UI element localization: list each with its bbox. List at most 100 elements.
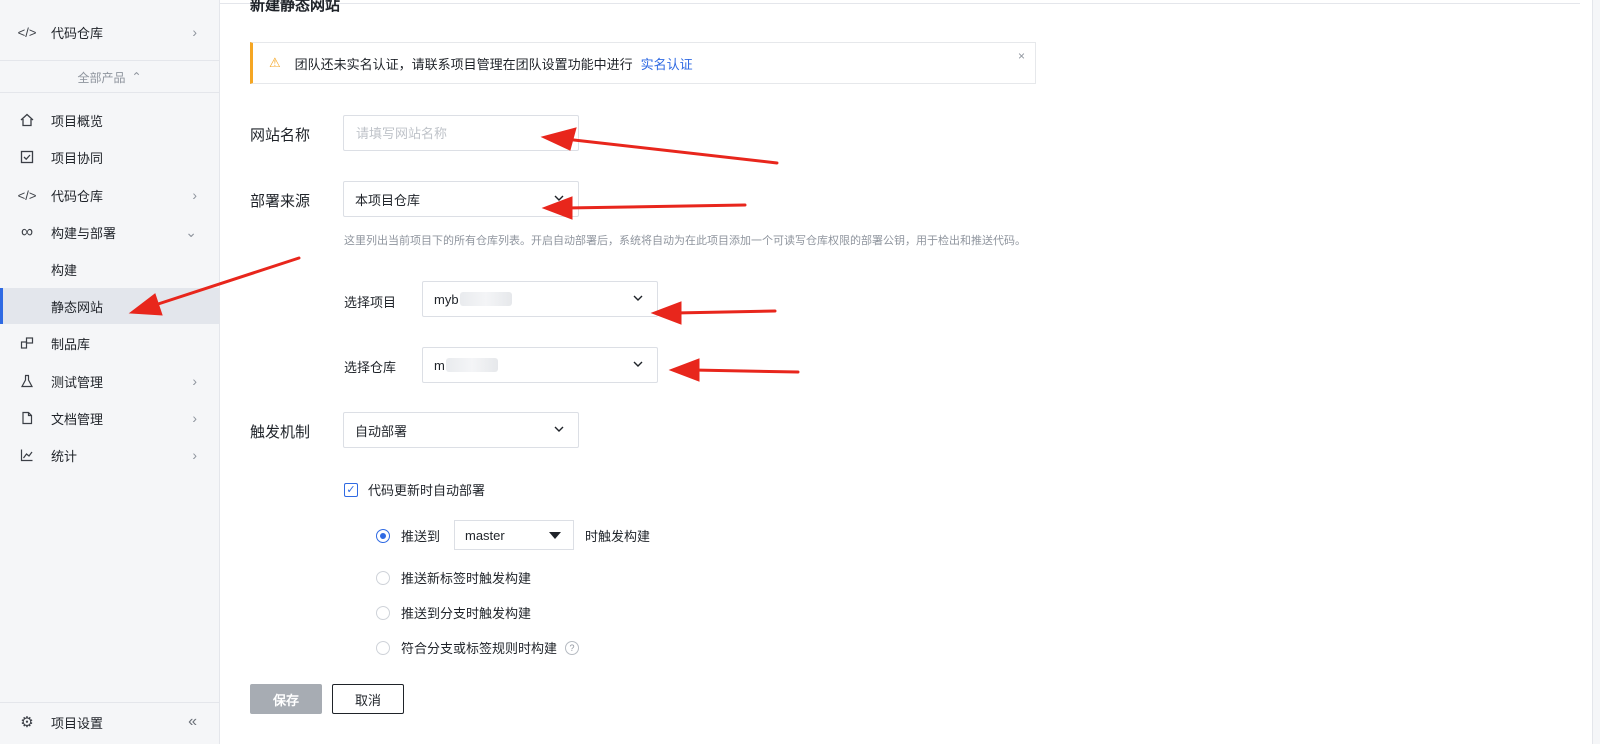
sidebar-item-label: 项目设置 <box>51 715 104 731</box>
sidebar-item-label: 构建与部署 <box>51 225 117 241</box>
branch-select-value: master <box>465 527 505 543</box>
caret-down-icon <box>549 532 561 539</box>
chevron-down-icon <box>633 361 643 367</box>
source-label: 部署来源 <box>250 193 311 210</box>
sidebar-item-label: 制品库 <box>51 336 91 352</box>
divider <box>0 60 219 61</box>
verification-alert: ⚠ 团队还未实名认证，请联系项目管理在团队设置功能中进行 实名认证 × <box>250 42 1036 84</box>
help-icon[interactable]: ? <box>565 640 580 655</box>
chart-icon <box>18 446 36 464</box>
sidebar-item-label: 静态网站 <box>51 299 104 315</box>
radio-button <box>376 528 390 543</box>
radio-push-to-branch[interactable]: 推送到 <box>376 526 440 545</box>
home-icon <box>18 111 36 129</box>
warning-icon: ⚠ <box>269 55 281 70</box>
radio-push-branch[interactable]: 推送到分支时触发构建 <box>376 603 531 622</box>
divider <box>0 92 219 93</box>
sidebar-item-label: 构建 <box>51 262 78 278</box>
radio-button <box>376 640 390 655</box>
sidebar-item-project-overview[interactable]: 项目概览 <box>0 102 219 138</box>
chevron-right-icon: › <box>192 410 197 426</box>
chevron-down-icon <box>554 426 564 432</box>
sidebar: </> 代码仓库 › 全部产品 ⌃ 项目概览 项目协同 </> 代码仓库 › ∞… <box>0 0 220 744</box>
trigger-select-value: 自动部署 <box>355 423 408 439</box>
repo-select[interactable]: m <box>422 347 658 383</box>
radio-rule[interactable]: 符合分支或标签规则时构建 ? <box>376 638 580 657</box>
top-border <box>220 0 1580 4</box>
sidebar-item-code-repo[interactable]: </> 代码仓库 › <box>0 177 219 213</box>
radio-button <box>376 570 390 585</box>
source-hint: 这里列出当前项目下的所有仓库列表。开启自动部署后，系统将自动为在此项目添加一个可… <box>344 235 1026 247</box>
sidebar-item-stats[interactable]: 统计 › <box>0 437 219 473</box>
auto-deploy-label: 代码更新时自动部署 <box>368 483 486 498</box>
trigger-select[interactable]: 自动部署 <box>343 412 579 448</box>
page-title: 新建静态网站 <box>250 0 341 14</box>
chevron-down-icon <box>554 195 564 201</box>
sidebar-item-label: 项目概览 <box>51 113 104 129</box>
source-select-value: 本项目仓库 <box>355 192 421 208</box>
repo-select-value: m <box>434 357 445 373</box>
code-icon: </> <box>17 24 37 40</box>
sidebar-item-artifacts[interactable]: 制品库 <box>0 325 219 361</box>
branch-select[interactable]: master <box>454 520 574 550</box>
project-select[interactable]: myb <box>422 281 658 317</box>
radio-button <box>376 605 390 620</box>
sidebar-item-label: 代码仓库 <box>51 188 104 204</box>
package-icon <box>18 334 36 352</box>
all-products-toggle[interactable]: 全部产品 ⌃ <box>0 62 219 92</box>
source-select[interactable]: 本项目仓库 <box>343 181 579 217</box>
gear-icon: ⚙ <box>20 714 34 731</box>
divider <box>0 702 219 703</box>
main-content: 新建静态网站 ⚠ 团队还未实名认证，请联系项目管理在团队设置功能中进行 实名认证… <box>220 0 1600 744</box>
sidebar-item-project-settings[interactable]: ⚙ 项目设置 « <box>0 704 219 740</box>
chevron-right-icon: › <box>192 373 197 389</box>
chevron-down-icon: ⌄ <box>185 223 197 240</box>
all-products-label: 全部产品 <box>77 70 126 85</box>
project-label: 选择项目 <box>344 295 397 310</box>
radio-label: 推送到分支时触发构建 <box>401 606 532 621</box>
auto-deploy-checkbox[interactable]: ✓ 代码更新时自动部署 <box>344 480 485 499</box>
flask-icon <box>18 372 36 390</box>
sidebar-item-docs[interactable]: 文档管理 › <box>0 400 219 436</box>
chevron-down-icon <box>633 295 643 301</box>
project-select-value: myb <box>434 291 459 307</box>
chevron-up-icon: ⌃ <box>131 70 142 84</box>
scrollbar[interactable] <box>1592 0 1600 744</box>
sidebar-item-build[interactable]: 构建 <box>0 251 219 287</box>
radio-label: 符合分支或标签规则时构建 <box>401 641 558 656</box>
sidebar-item-label: 统计 <box>51 448 78 464</box>
site-name-input[interactable] <box>343 115 579 151</box>
sidebar-item-build-deploy[interactable]: ∞ 构建与部署 ⌄ <box>0 214 219 250</box>
chevron-right-icon: › <box>192 24 197 40</box>
checkbox-icon <box>18 148 36 166</box>
sidebar-item-project-collab[interactable]: 项目协同 <box>0 139 219 175</box>
chevron-right-icon: › <box>192 447 197 463</box>
collapse-sidebar-icon[interactable]: « <box>188 713 197 731</box>
radio-label: 推送新标签时触发构建 <box>401 571 532 586</box>
checkmark-icon: ✓ <box>344 482 358 497</box>
redacted-text <box>445 358 498 372</box>
radio-label: 推送到 <box>401 529 441 544</box>
verify-link[interactable]: 实名认证 <box>641 54 693 73</box>
alert-text: 团队还未实名认证，请联系项目管理在团队设置功能中进行 <box>294 56 633 72</box>
save-button[interactable]: 保存 <box>250 684 322 714</box>
sidebar-item-label: 测试管理 <box>51 374 104 390</box>
close-icon[interactable]: × <box>1018 49 1025 63</box>
push-to-suffix: 时触发构建 <box>585 529 651 544</box>
code-icon: </> <box>17 187 37 203</box>
sidebar-item-test-management[interactable]: 测试管理 › <box>0 363 219 399</box>
sidebar-item-label: 文档管理 <box>51 411 104 427</box>
repo-label: 选择仓库 <box>344 360 397 375</box>
sidebar-item-label: 代码仓库 <box>51 25 104 41</box>
trigger-label: 触发机制 <box>250 424 311 441</box>
document-icon <box>18 409 36 427</box>
site-name-label: 网站名称 <box>250 127 311 144</box>
sidebar-item-code-repo-top[interactable]: </> 代码仓库 › <box>0 14 219 50</box>
sidebar-item-static-site[interactable]: 静态网站 <box>0 288 219 324</box>
infinity-icon: ∞ <box>20 222 34 241</box>
cancel-button[interactable]: 取消 <box>332 684 404 714</box>
redacted-text <box>459 292 512 306</box>
sidebar-item-label: 项目协同 <box>51 150 104 166</box>
radio-new-tag[interactable]: 推送新标签时触发构建 <box>376 568 531 587</box>
chevron-right-icon: › <box>192 187 197 203</box>
